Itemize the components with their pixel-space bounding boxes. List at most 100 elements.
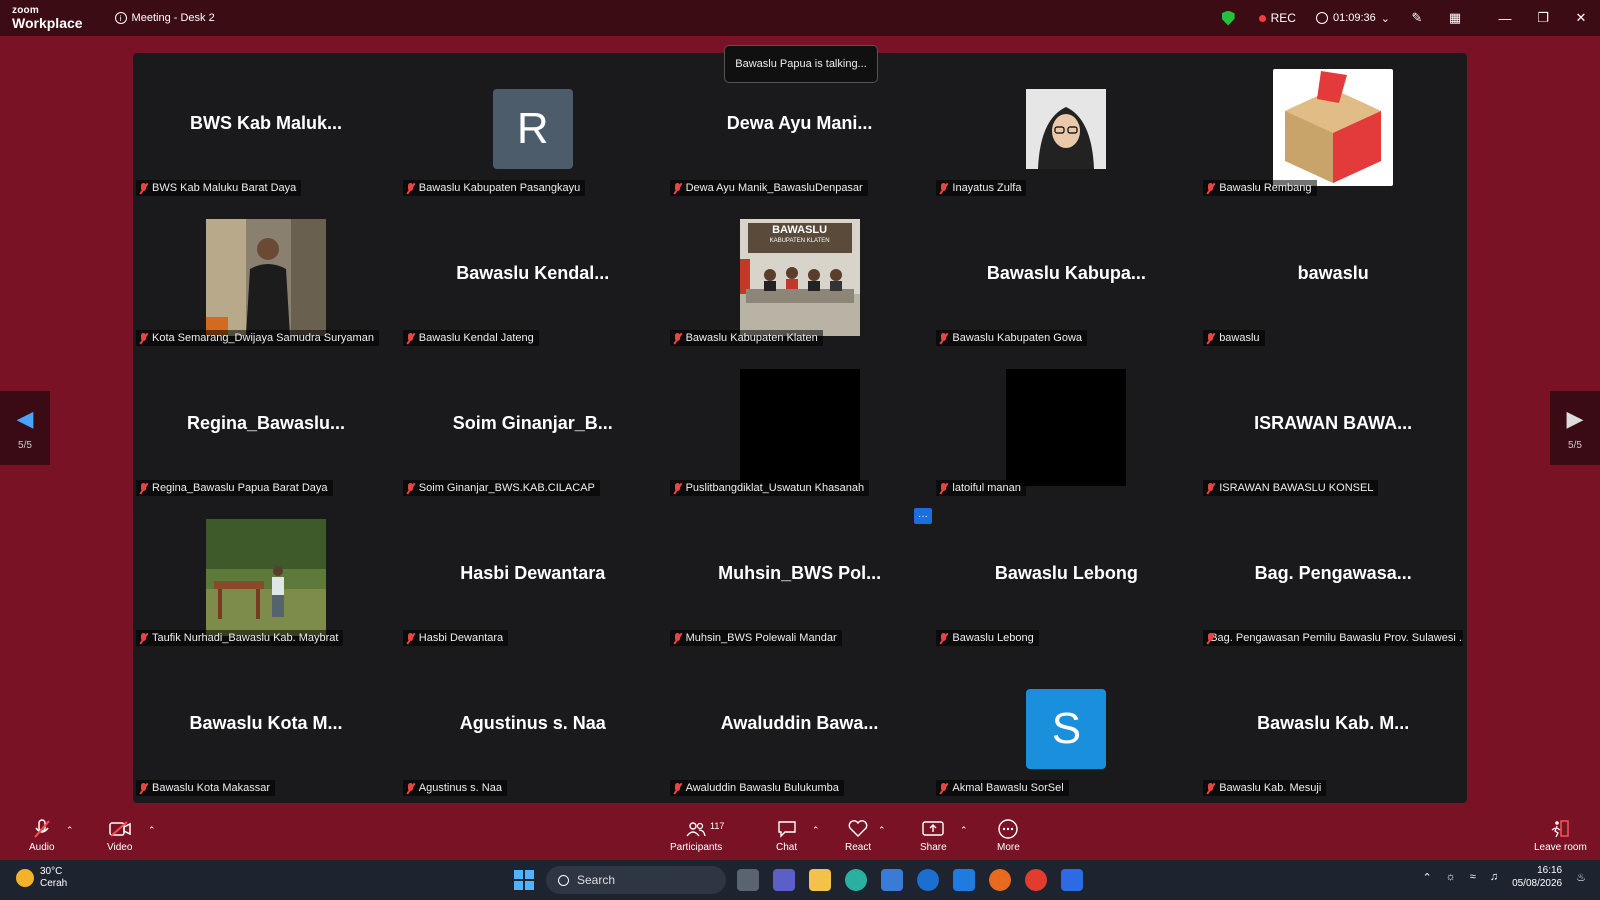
participant-tile[interactable]: Puslitbangdiklat_Uswatun Khasanah [667, 353, 933, 503]
mic-muted-icon [33, 819, 51, 839]
file-explorer-icon[interactable] [809, 869, 831, 891]
react-label: React [845, 842, 872, 853]
participant-name: Soim Ginanjar_BWS.KAB.CILACAP [418, 482, 595, 494]
meeting-info-button[interactable]: i Meeting - Desk 2 [114, 12, 215, 24]
network-icon[interactable]: ☼ [1446, 871, 1456, 883]
video-options-caret-icon[interactable]: ⌃ [148, 825, 156, 836]
participant-tile[interactable]: S Akmal Bawaslu SorSel [933, 653, 1199, 803]
participant-display-name: Hasbi Dewantara [460, 563, 606, 583]
show-hidden-icons-chevron-icon[interactable]: ⌃ [1422, 871, 1431, 884]
participant-tile[interactable]: Hasbi Dewantara Hasbi Dewantara [400, 503, 666, 653]
participant-tile[interactable]: Bawaslu Lebong Bawaslu Lebong [933, 503, 1199, 653]
participant-tile[interactable]: BWS Kab Maluk... BWS Kab Maluku Barat Day… [133, 53, 399, 203]
participant-tile[interactable]: Awaluddin Bawa... Awaluddin Bawaslu Buluk… [667, 653, 933, 803]
chrome-icon[interactable] [1025, 869, 1047, 891]
outlook-icon[interactable] [953, 869, 975, 891]
firefox-icon[interactable] [989, 869, 1011, 891]
participant-tile[interactable]: Bawaslu Rembang [1200, 53, 1466, 203]
react-button[interactable]: React [845, 819, 871, 853]
windows-start-icon[interactable] [514, 870, 534, 890]
video-button[interactable]: Video [107, 819, 132, 853]
participant-tile[interactable]: Muhsin_BWS Pol... Muhsin_BWS Polewali Man… [667, 503, 933, 653]
previous-page-button[interactable]: ◀ 5/5 [0, 391, 50, 465]
participant-display-name: Regina_Bawaslu... [186, 413, 346, 433]
participant-tile[interactable]: Bawaslu Kabupa... Bawaslu Kabupaten Gowa [933, 203, 1199, 353]
more-button[interactable]: More [997, 819, 1020, 853]
participant-display-name: Bag. Pengawasa... [1254, 563, 1412, 583]
react-options-caret-icon[interactable]: ⌃ [878, 825, 886, 836]
next-page-button[interactable]: ▶ 5/5 [1550, 391, 1600, 465]
participant-name: Inayatus Zulfa [952, 182, 1022, 194]
share-options-caret-icon[interactable]: ⌃ [960, 825, 968, 836]
security-shield-icon[interactable] [1221, 10, 1235, 26]
audio-options-caret-icon[interactable]: ⌃ [66, 825, 74, 836]
chat-button[interactable]: Chat [776, 819, 797, 853]
active-speaker-banner: Bawaslu Papua is talking... [724, 45, 878, 83]
participant-tile[interactable]: R Bawaslu Kabupaten Pasangkayu [400, 53, 666, 203]
mic-muted-icon [939, 332, 948, 344]
mic-muted-icon [139, 332, 148, 344]
leave-room-button[interactable]: Leave room [1534, 819, 1587, 853]
apps-grid-icon[interactable]: ▦ [1448, 10, 1462, 25]
video-feed-black [739, 369, 860, 486]
participant-tile[interactable]: bawaslu bawaslu [1200, 203, 1466, 353]
microsoft-store-icon[interactable] [881, 869, 903, 891]
participant-tile[interactable]: BAWASLU KABUPATEN KLATEN Bawaslu Kabupaten… [667, 203, 933, 353]
participant-tile[interactable]: Bag. Pengawasa... Bag. Pengawasan Pemilu … [1200, 503, 1466, 653]
taskbar-search-input[interactable]: Search [546, 866, 726, 894]
ballot-box-logo [1273, 69, 1394, 186]
profile-photo [1026, 89, 1107, 169]
participant-tile[interactable]: Soim Ginanjar_B... Soim Ginanjar_BWS.KAB.… [400, 353, 666, 503]
wifi-icon[interactable]: ≈ [1470, 871, 1476, 883]
zoom-app-icon[interactable] [1061, 869, 1083, 891]
weather-widget[interactable]: 30°C Cerah [16, 866, 67, 890]
participant-tile[interactable]: Inayatus Zulfa [933, 53, 1199, 203]
windows-taskbar: 30°C Cerah Search ⌃ ☼ ≈ ♫ 16:16 05/08/20… [0, 860, 1600, 900]
participant-tile[interactable]: latoiful manan [933, 353, 1199, 503]
restore-button[interactable]: ❐ [1524, 10, 1562, 26]
participant-count: 117 [710, 821, 725, 831]
close-button[interactable]: ✕ [1562, 10, 1600, 26]
participant-name: Bawaslu Rembang [1219, 182, 1312, 194]
meeting-title: Meeting - Desk 2 [131, 12, 215, 24]
meeting-timer[interactable]: 01:09:36 ⌄ [1315, 12, 1390, 25]
mic-muted-icon [406, 182, 415, 194]
recording-indicator[interactable]: REC [1258, 11, 1296, 25]
taskbar-clock[interactable]: 16:16 05/08/2026 [1512, 864, 1562, 890]
participant-nameplate: Bawaslu Kabupaten Gowa [936, 330, 1088, 346]
participant-name: Bag. Pengawasan Pemilu Bawaslu Prov. Sul… [1210, 632, 1464, 644]
sun-icon [16, 869, 34, 887]
chat-options-caret-icon[interactable]: ⌃ [812, 825, 820, 836]
more-options-badge[interactable]: ··· [914, 508, 932, 524]
participant-nameplate: Bawaslu Kendal Jateng [402, 330, 539, 346]
mic-muted-icon [406, 482, 415, 494]
teams-icon[interactable] [773, 869, 795, 891]
audio-button[interactable]: Audio [29, 819, 55, 853]
record-dot-icon [1258, 14, 1266, 22]
participant-tile[interactable]: Agustinus s. Naa Agustinus s. Naa [400, 653, 666, 803]
participant-nameplate: Akmal Bawaslu SorSel [936, 780, 1069, 796]
participant-tile[interactable]: Bawaslu Kab. M... Bawaslu Kab. Mesuji [1200, 653, 1466, 803]
video-off-icon [108, 819, 131, 839]
page-indicator-left: 5/5 [18, 439, 32, 451]
participant-tile[interactable]: Regina_Bawaslu... Regina_Bawaslu Papua Ba… [133, 353, 399, 503]
task-view-icon[interactable] [737, 869, 759, 891]
edge-browser-icon[interactable] [845, 869, 867, 891]
participant-nameplate: Dewa Ayu Manik_BawasluDenpasar [669, 180, 868, 196]
minimize-button[interactable]: — [1486, 11, 1524, 26]
share-button[interactable]: Share [920, 819, 947, 853]
participant-tile[interactable]: ISRAWAN BAWA... ISRAWAN BAWASLU KONSEL [1200, 353, 1466, 503]
participant-tile[interactable]: Bawaslu Kendal... Bawaslu Kendal Jateng [400, 203, 666, 353]
participant-name: Puslitbangdiklat_Uswatun Khasanah [685, 482, 865, 494]
participant-tile[interactable]: Bawaslu Kota M... Bawaslu Kota Makassar [133, 653, 399, 803]
annotate-pen-icon[interactable]: ✎ [1410, 10, 1424, 25]
clock-time: 16:16 [1537, 865, 1563, 876]
participant-tile[interactable]: Taufik Nurhadi_Bawaslu Kab. Maybrat [133, 503, 399, 653]
participant-name: Hasbi Dewantara [418, 632, 504, 644]
mic-muted-icon [673, 182, 682, 194]
volume-icon[interactable]: ♫ [1490, 871, 1498, 883]
hp-icon[interactable] [917, 869, 939, 891]
notification-bell-icon[interactable]: ♨ [1576, 871, 1586, 884]
participant-tile[interactable]: Kota Semarang_Dwijaya Samudra Suryaman [133, 203, 399, 353]
timer-value: 01:09:36 [1332, 12, 1376, 24]
